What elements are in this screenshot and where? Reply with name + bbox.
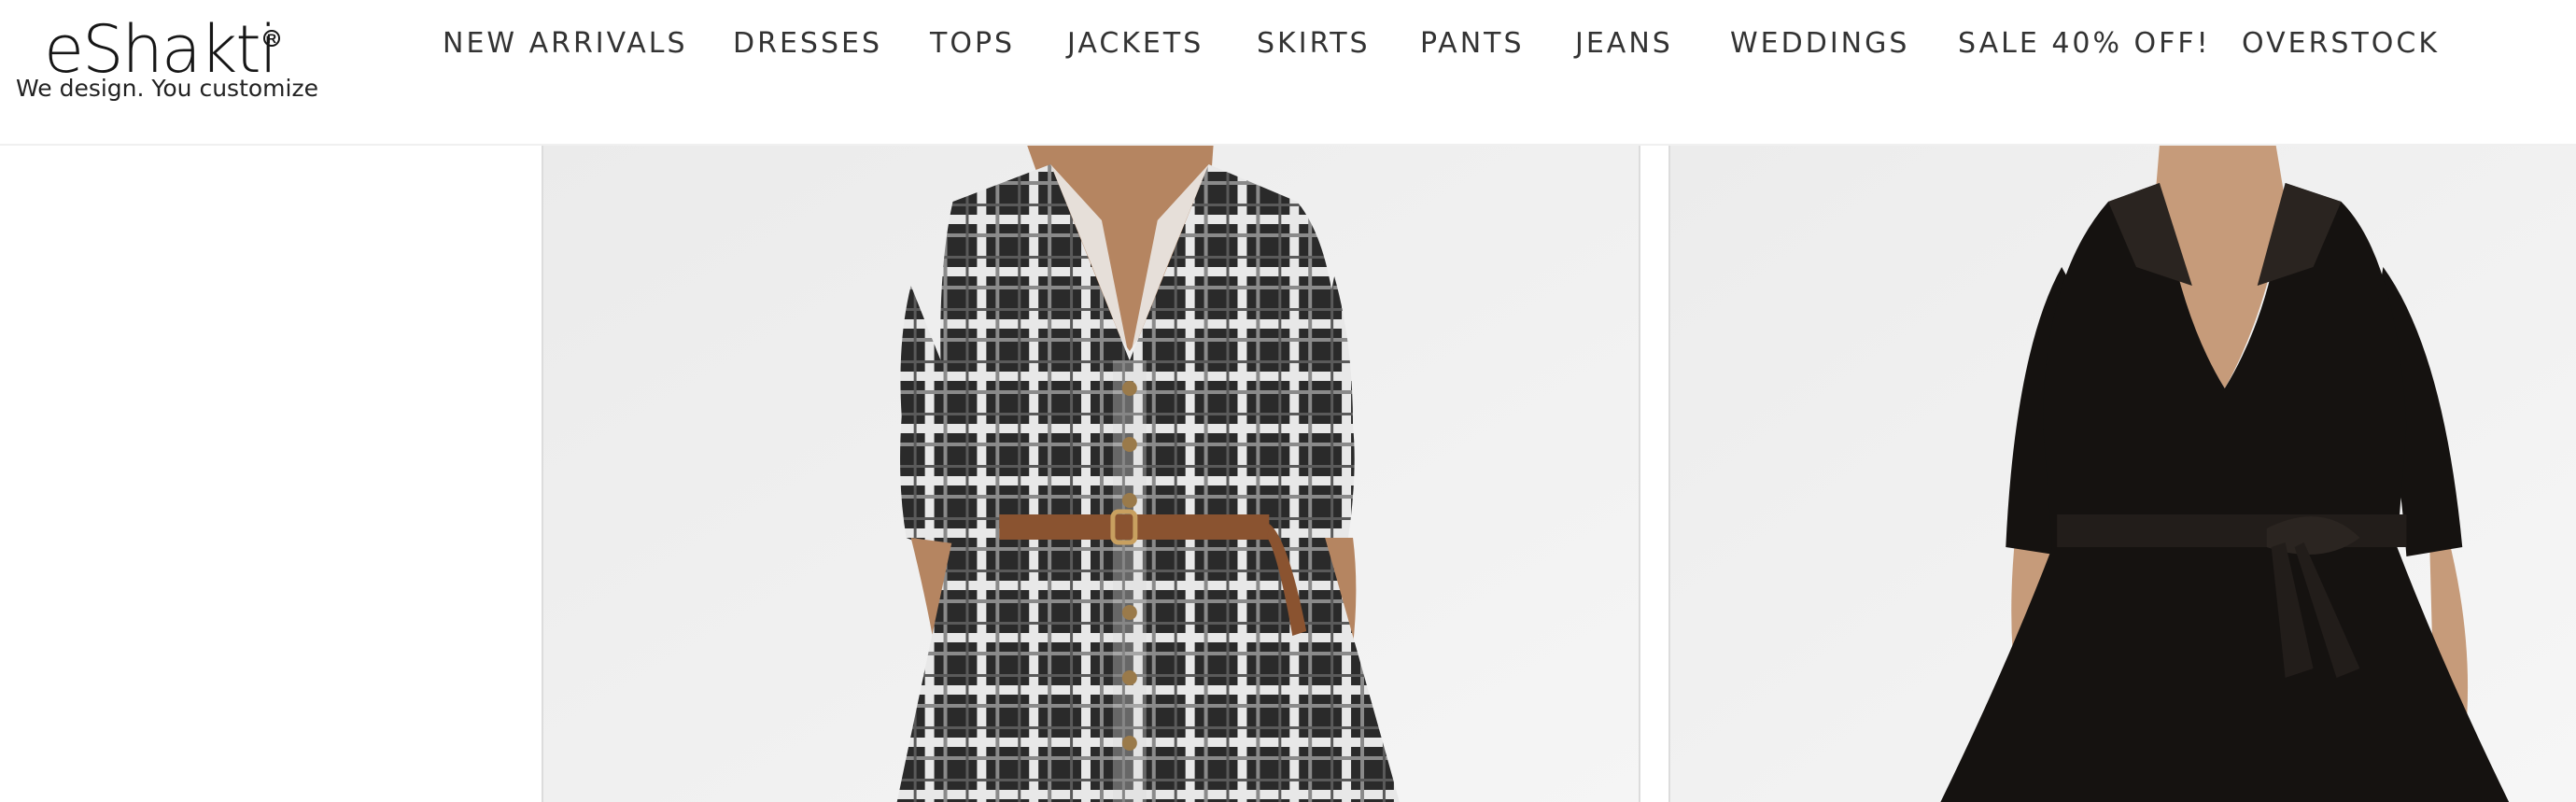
nav-tops[interactable]: TOPS xyxy=(930,21,1015,67)
plaid-shirt-dress-image[interactable] xyxy=(543,146,1639,802)
product-card[interactable] xyxy=(542,146,1640,802)
nav-weddings[interactable]: WEDDINGS xyxy=(1730,21,1909,67)
logo-wordmark: eShakti xyxy=(44,11,277,88)
logo-tagline: We design. You customize xyxy=(16,75,318,102)
nav-pants[interactable]: PANTS xyxy=(1420,21,1525,67)
nav-sale[interactable]: SALE 40% OFF! xyxy=(1958,21,2211,67)
nav-skirts[interactable]: SKIRTS xyxy=(1257,21,1371,67)
nav-dresses[interactable]: DRESSES xyxy=(733,21,882,67)
site-header: eShakti R We design. You customize NEW A… xyxy=(0,0,2576,146)
product-card[interactable] xyxy=(1668,146,2576,802)
nav-new-arrivals[interactable]: NEW ARRIVALS xyxy=(443,21,688,67)
nav-overstock[interactable]: OVERSTOCK xyxy=(2242,21,2440,67)
black-wrap-dress-image[interactable] xyxy=(1670,146,2576,802)
page: eShakti R We design. You customize NEW A… xyxy=(0,0,2576,802)
eshakti-logo[interactable]: eShakti R We design. You customize xyxy=(16,11,318,110)
nav-jackets[interactable]: JACKETS xyxy=(1067,21,1204,67)
registered-mark-icon: R xyxy=(263,30,280,47)
nav-jeans[interactable]: JEANS xyxy=(1575,21,1673,67)
left-sidebar xyxy=(0,146,542,802)
